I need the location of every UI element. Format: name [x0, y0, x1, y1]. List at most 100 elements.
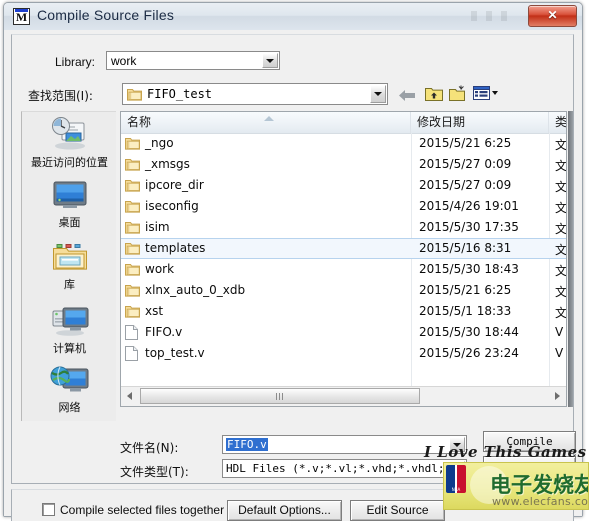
panel-right-edge: [568, 111, 573, 407]
folder-icon: [127, 87, 142, 106]
new-folder-icon[interactable]: [449, 85, 467, 107]
look-in-combo[interactable]: FIFO_test: [122, 83, 388, 105]
place-recent[interactable]: 最近访问的位置: [22, 116, 117, 169]
column-header-name[interactable]: 名称: [121, 112, 411, 133]
recent-places-icon: [22, 116, 117, 155]
dialog-body: Library: work 查找范围(I): FIFO_test 最近访问的位置…: [4, 30, 582, 521]
column-header-type[interactable]: 类: [549, 112, 566, 133]
file-type-cell: V: [555, 325, 564, 339]
desktop-icon: [22, 180, 117, 215]
column-header-date[interactable]: 修改日期: [411, 112, 549, 133]
library-label: Library:: [55, 55, 96, 69]
place-library[interactable]: 库: [22, 242, 117, 291]
chevron-down-icon[interactable]: [370, 85, 386, 103]
file-name-cell: _xmsgs: [145, 157, 190, 171]
file-date-cell: 2015/5/30 18:43: [419, 262, 519, 276]
browser-panel: Library: work 查找范围(I): FIFO_test 最近访问的位置…: [11, 34, 576, 484]
file-name-cell: templates: [145, 241, 206, 255]
file-date-cell: 2015/5/21 6:25: [419, 136, 512, 150]
folder-icon: [125, 241, 140, 260]
file-type-cell: 文: [555, 264, 566, 278]
table-row[interactable]: xst 2015/5/1 18:33 文: [121, 301, 566, 322]
compile-button[interactable]: Compile: [483, 431, 576, 452]
table-row[interactable]: ipcore_dir 2015/5/27 0:09 文: [121, 175, 566, 196]
window-title: Compile Source Files: [37, 7, 175, 23]
file-type-select[interactable]: HDL Files (*.v;*.vl;*.vhd;*.vhdl;*.vh: [222, 459, 467, 478]
edit-source-button[interactable]: Edit Source: [350, 500, 445, 521]
back-arrow-icon[interactable]: [398, 89, 416, 107]
chevron-down-icon[interactable]: [262, 53, 278, 68]
place-label: 桌面: [58, 216, 81, 229]
places-sidebar: 最近访问的位置 桌面 库 计算机 网络: [21, 111, 116, 421]
table-row[interactable]: _ngo 2015/5/21 6:25 文: [121, 133, 566, 154]
table-row[interactable]: isim 2015/5/30 17:35 文: [121, 217, 566, 238]
place-label: 最近访问的位置: [31, 156, 108, 169]
file-type-cell: 文: [555, 138, 566, 152]
file-type-cell: 文: [555, 306, 566, 320]
close-button[interactable]: ✕: [528, 5, 577, 27]
place-network[interactable]: 网络: [22, 365, 117, 414]
file-name-input[interactable]: FIFO.v: [222, 435, 467, 454]
file-type-cell: 文: [555, 201, 566, 215]
scroll-right-arrow-icon[interactable]: [549, 387, 566, 405]
table-row[interactable]: _xmsgs 2015/5/27 0:09 文: [121, 154, 566, 175]
file-type-cell: 文: [555, 180, 566, 194]
sort-ascending-icon: [264, 116, 274, 121]
file-type-value: HDL Files (*.v;*.vl;*.vhd;*.vhdl;*.vh: [226, 462, 467, 475]
table-row[interactable]: top_test.v 2015/5/26 23:24 V: [121, 343, 566, 364]
compile-together-label: Compile selected files together: [60, 503, 225, 517]
file-icon: [125, 325, 138, 345]
file-list[interactable]: 名称 修改日期 类 _ngo 2015/5/21 6:25 文 _xmsgs 2015/…: [120, 111, 567, 407]
file-name-label: 文件名(N):: [120, 441, 179, 455]
file-date-cell: 2015/5/27 0:09: [419, 157, 512, 171]
file-date-cell: 2015/5/30 18:44: [419, 325, 519, 339]
library-value: work: [111, 54, 137, 68]
folder-icon: [125, 220, 140, 239]
folder-icon: [125, 178, 140, 197]
file-name-cell: _ngo: [145, 136, 174, 150]
place-label: 库: [64, 278, 75, 291]
file-date-cell: 2015/5/1 18:33: [419, 304, 512, 318]
compile-together-checkbox[interactable]: [42, 503, 55, 516]
place-computer[interactable]: 计算机: [22, 304, 117, 355]
file-date-cell: 2015/5/27 0:09: [419, 178, 512, 192]
table-row[interactable]: FIFO.v 2015/5/30 18:44 V: [121, 322, 566, 343]
file-type-cell: 文: [555, 243, 566, 257]
library-combo[interactable]: work: [106, 51, 280, 70]
file-name-cell: FIFO.v: [145, 325, 183, 339]
default-options-button[interactable]: Default Options...: [227, 500, 342, 521]
scroll-left-arrow-icon[interactable]: [121, 387, 138, 405]
file-type-cell: 文: [555, 222, 566, 236]
views-icon[interactable]: [473, 85, 499, 107]
chevron-down-icon[interactable]: [449, 437, 465, 452]
file-date-cell: 2015/5/16 8:31: [419, 241, 512, 255]
folder-icon: [125, 304, 140, 323]
file-list-rows: _ngo 2015/5/21 6:25 文 _xmsgs 2015/5/27 0:09 文…: [121, 133, 566, 386]
folder-icon: [125, 283, 140, 302]
table-row[interactable]: work 2015/5/30 18:43 文: [121, 259, 566, 280]
bottom-bar: Compile selected files together Default …: [11, 489, 574, 521]
file-name-value: FIFO.v: [226, 438, 268, 451]
scroll-thumb[interactable]: [140, 388, 420, 404]
chevron-down-icon[interactable]: [449, 461, 465, 476]
folder-icon: [125, 199, 140, 218]
place-label: 计算机: [53, 342, 86, 355]
up-folder-icon[interactable]: [425, 85, 443, 107]
file-name-cell: isim: [145, 220, 170, 234]
residual-window-buttons: [471, 11, 525, 21]
place-desktop[interactable]: 桌面: [22, 180, 117, 229]
table-row[interactable]: xlnx_auto_0_xdb 2015/5/21 6:25 文: [121, 280, 566, 301]
horizontal-scrollbar[interactable]: [121, 386, 566, 406]
look-in-label: 查找范围(I):: [28, 89, 93, 103]
table-row[interactable]: iseconfig 2015/4/26 19:01 文: [121, 196, 566, 217]
file-type-cell: V: [555, 346, 564, 360]
file-list-header: 名称 修改日期 类: [121, 112, 566, 134]
file-name-cell: ipcore_dir: [145, 178, 204, 192]
file-name-cell: top_test.v: [145, 346, 205, 360]
table-row[interactable]: templates 2015/5/16 8:31 文: [121, 238, 566, 259]
compile-source-files-dialog: M Compile Source Files ✕ Library: work 查…: [3, 2, 583, 521]
file-date-cell: 2015/4/26 19:01: [419, 199, 519, 213]
file-name-cell: work: [145, 262, 175, 276]
done-button[interactable]: Done: [483, 456, 576, 477]
file-name-cell: xst: [145, 304, 164, 318]
